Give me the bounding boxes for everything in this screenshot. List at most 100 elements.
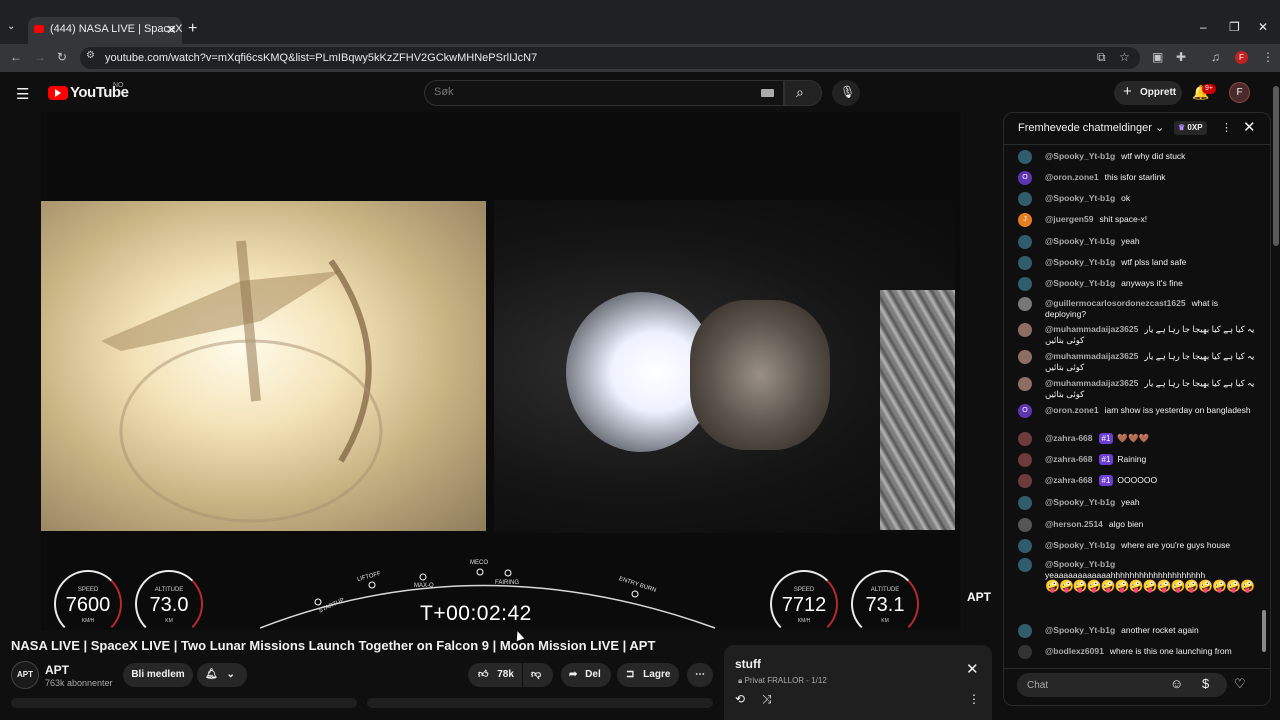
chat-author-avatar[interactable]	[1018, 453, 1032, 467]
chat-author-name[interactable]: @Spooky_Yt-b1g	[1045, 625, 1115, 635]
chat-author-avatar[interactable]	[1018, 277, 1032, 291]
bookmark-star-icon[interactable]: ☆	[1119, 50, 1130, 64]
chat-author-name[interactable]: @Spooky_Yt-b1g	[1045, 540, 1115, 550]
join-button[interactable]: Bli medlem	[123, 663, 193, 687]
chat-message-body: @zahra-668 #1 Raining	[1045, 454, 1255, 465]
playlist-title[interactable]: stuff	[735, 657, 761, 671]
chat-author-name[interactable]: @zahra-668	[1045, 454, 1093, 464]
chat-author-name[interactable]: @muhammadaijaz3625	[1045, 351, 1138, 361]
reload-icon[interactable]: ↻	[57, 50, 67, 64]
notification-bell-button[interactable]: 🔔︎ ⌄	[197, 663, 247, 687]
chat-input[interactable]	[1017, 673, 1227, 697]
chat-author-avatar[interactable]	[1018, 496, 1032, 510]
xp-badge[interactable]: ♛ 0XP	[1174, 121, 1207, 135]
chat-author-name[interactable]: @Spooky_Yt-b1g	[1045, 236, 1115, 246]
share-button[interactable]: ➦ Del	[561, 663, 611, 687]
super-chat-icon[interactable]: $	[1202, 676, 1209, 691]
chat-author-avatar[interactable]	[1018, 323, 1032, 337]
chat-author-avatar[interactable]	[1018, 256, 1032, 270]
chat-author-avatar[interactable]	[1018, 350, 1032, 364]
chat-author-avatar[interactable]	[1018, 192, 1032, 206]
install-app-icon[interactable]: ⧉	[1097, 50, 1106, 65]
youtube-play-icon	[55, 89, 61, 97]
heart-icon[interactable]: ♡	[1234, 676, 1246, 692]
playlist-menu-icon[interactable]: ⋮	[968, 692, 980, 706]
like-button[interactable]: 👍︎ 78k	[468, 663, 522, 687]
chat-author-name[interactable]: @Spooky_Yt-b1g	[1045, 559, 1115, 569]
chat-author-avatar[interactable]: J	[1018, 213, 1032, 227]
tab-search-icon[interactable]: ⌄	[7, 21, 15, 32]
chat-author-name[interactable]: @Spooky_Yt-b1g	[1045, 151, 1115, 161]
thumbs-down-icon: 👎︎	[531, 669, 542, 680]
chat-author-name[interactable]: @Spooky_Yt-b1g	[1045, 193, 1115, 203]
chat-author-name[interactable]: @muhammadaijaz3625	[1045, 378, 1138, 388]
back-icon[interactable]: ←	[10, 50, 22, 64]
voice-search-button[interactable]: 🎙	[832, 80, 860, 106]
browser-tab[interactable]: (444) NASA LIVE | SpaceX LI	[28, 17, 182, 44]
chat-author-name[interactable]: @juergen59	[1045, 214, 1093, 224]
chat-author-avatar[interactable]	[1018, 474, 1032, 488]
chat-author-avatar[interactable]	[1018, 235, 1032, 249]
playlist-close-icon[interactable]: ✕	[966, 660, 979, 678]
chat-author-name[interactable]: @herson.2514	[1045, 519, 1103, 529]
more-actions-button[interactable]: ⋯	[687, 663, 713, 687]
site-info-icon[interactable]: ⚙	[86, 50, 95, 61]
chat-author-name[interactable]: @Spooky_Yt-b1g	[1045, 257, 1115, 267]
chat-menu-icon[interactable]: ⋮	[1221, 121, 1232, 134]
loop-icon[interactable]: ⟲	[735, 692, 745, 706]
channel-name[interactable]: APT	[45, 663, 69, 677]
save-button[interactable]: ⊐ Lagre	[617, 663, 679, 687]
browser-profile-avatar[interactable]: F	[1235, 51, 1248, 64]
maximize-icon[interactable]: ❐	[1229, 20, 1240, 34]
channel-avatar[interactable]: APT	[11, 661, 39, 689]
media-control-icon[interactable]: ♫	[1211, 50, 1220, 64]
chat-author-avatar[interactable]	[1018, 150, 1032, 164]
chat-author-name[interactable]: @bodlexz6091	[1045, 646, 1104, 656]
extensions-puzzle-icon[interactable]: ✚	[1176, 50, 1186, 64]
chat-author-avatar[interactable]	[1018, 645, 1032, 659]
dislike-button[interactable]: 👎︎	[523, 663, 553, 687]
chat-author-name[interactable]: @zahra-668	[1045, 475, 1093, 485]
country-code: NO	[113, 82, 124, 89]
create-button[interactable]: + Opprett	[1114, 81, 1182, 105]
chat-message-text: another rocket again	[1121, 625, 1199, 635]
account-avatar[interactable]: F	[1229, 82, 1250, 103]
url-text[interactable]: youtube.com/watch?v=mXqfi6csKMQ&list=PLm…	[105, 52, 537, 64]
chat-message-body: @Spooky_Yt-b1g yeah	[1045, 497, 1255, 508]
chat-author-avatar[interactable]	[1018, 297, 1032, 311]
extension-icon[interactable]: ▣	[1152, 50, 1163, 64]
chat-mode-dropdown[interactable]: Fremhevede chatmeldinger ⌄	[1018, 121, 1164, 134]
chat-author-avatar[interactable]	[1018, 518, 1032, 532]
chat-author-avatar[interactable]	[1018, 432, 1032, 446]
new-tab-icon[interactable]: +	[188, 20, 197, 38]
chat-close-icon[interactable]: ✕	[1243, 118, 1256, 136]
chat-author-name[interactable]: @zahra-668	[1045, 433, 1093, 443]
chat-author-avatar[interactable]	[1018, 539, 1032, 553]
minimize-icon[interactable]: –	[1200, 20, 1207, 34]
chat-author-name[interactable]: @oron.zone1	[1045, 405, 1099, 415]
keyboard-icon[interactable]	[761, 89, 774, 97]
chat-author-avatar[interactable]: O	[1018, 404, 1032, 418]
window-close-icon[interactable]: ✕	[1258, 20, 1268, 34]
hamburger-menu-icon[interactable]: ☰	[16, 85, 29, 103]
chat-author-avatar[interactable]	[1018, 377, 1032, 391]
emoji-icon[interactable]: ☺	[1170, 676, 1183, 691]
chat-author-avatar[interactable]	[1018, 624, 1032, 638]
shuffle-icon[interactable]: ⤨	[762, 692, 772, 707]
search-input[interactable]	[434, 86, 734, 98]
page-scrollbar-thumb[interactable]	[1273, 86, 1279, 246]
chat-author-name[interactable]: @Spooky_Yt-b1g	[1045, 497, 1115, 507]
chat-scrollbar-thumb[interactable]	[1262, 610, 1266, 652]
chat-author-name[interactable]: @oron.zone1	[1045, 172, 1099, 182]
chat-scrollbar[interactable]	[1261, 150, 1267, 660]
chat-author-name[interactable]: @muhammadaijaz3625	[1045, 324, 1138, 334]
search-button[interactable]: ⌕	[784, 80, 822, 106]
chat-author-avatar[interactable]	[1018, 558, 1032, 572]
chat-author-name[interactable]: @Spooky_Yt-b1g	[1045, 278, 1115, 288]
chat-author-avatar[interactable]: O	[1018, 171, 1032, 185]
tab-close-icon[interactable]: ✕	[166, 22, 177, 38]
chat-author-name[interactable]: @guillermocarlosordonezcast1625	[1045, 298, 1186, 308]
browser-menu-icon[interactable]: ⋮	[1262, 50, 1274, 64]
left-speed-value: 7600	[65, 594, 111, 616]
forward-icon[interactable]: →	[34, 50, 46, 64]
